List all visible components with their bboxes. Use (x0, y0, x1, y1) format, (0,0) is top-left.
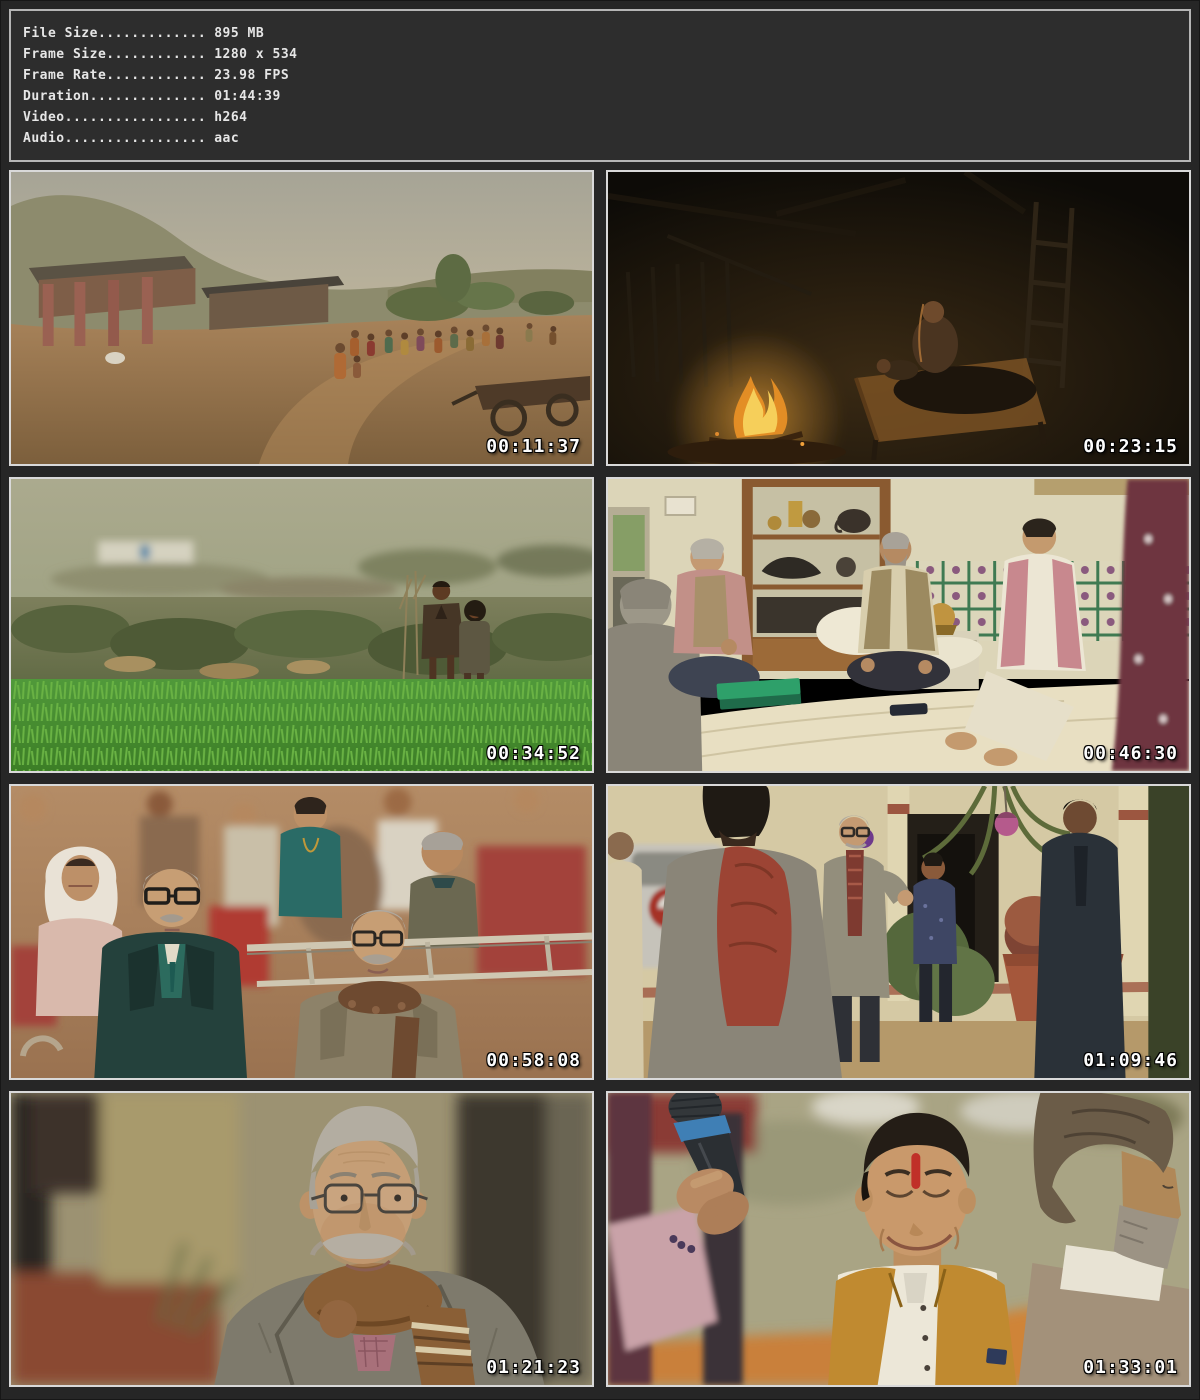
dots-filler: ............ (106, 68, 206, 83)
timestamp-overlay: 00:58:08 (486, 1050, 581, 1071)
dots-filler: .............. (90, 89, 207, 104)
man-far-left (608, 832, 644, 1078)
timestamp-overlay: 01:33:01 (1083, 1357, 1178, 1378)
screenshot-thumbnail: 00:23:15 (606, 170, 1191, 466)
timestamp-overlay: 00:23:15 (1083, 436, 1178, 457)
file-size-value: 895 MB (206, 26, 264, 41)
frame-rate-row: Frame Rate............23.98 FPS (23, 65, 1177, 86)
timestamp-overlay: 01:09:46 (1083, 1050, 1178, 1071)
scene-village-street-illustration (11, 172, 592, 464)
video-codec-label: Video (23, 110, 65, 125)
screenshot-grid: 00:11:37 (9, 170, 1191, 1387)
audio-codec-row: Audio.................aac (23, 128, 1177, 149)
screenshot-thumbnail: 00:11:37 (9, 170, 594, 466)
screenshot-thumbnail: 00:58:08 (9, 784, 594, 1080)
media-info-page: File Size.............895 MB Frame Size.… (0, 0, 1200, 1400)
scene-outdoor-audience-illustration (11, 786, 592, 1078)
scene-living-room-meeting-illustration (608, 479, 1189, 771)
screenshot-thumbnail: 01:09:46 (606, 784, 1191, 1080)
screenshot-thumbnail: 00:34:52 (9, 477, 594, 773)
file-size-row: File Size.............895 MB (23, 23, 1177, 44)
dots-filler: ............. (98, 26, 206, 41)
scene-night-campfire-illustration (608, 172, 1189, 464)
dots-filler: ................. (65, 131, 207, 146)
video-codec-row: Video.................h264 (23, 107, 1177, 128)
duration-value: 01:44:39 (206, 89, 281, 104)
audio-codec-value: aac (206, 131, 239, 146)
file-size-label: File Size (23, 26, 98, 41)
video-codec-value: h264 (206, 110, 247, 125)
frame-size-value: 1280 x 534 (206, 47, 297, 62)
duration-label: Duration (23, 89, 90, 104)
frame-rate-label: Frame Rate (23, 68, 106, 83)
file-info-panel: File Size.............895 MB Frame Size.… (9, 9, 1191, 162)
screenshot-thumbnail: 01:21:23 (9, 1091, 594, 1387)
scene-smiling-man-microphone-illustration (608, 1093, 1189, 1385)
frame-size-row: Frame Size............1280 x 534 (23, 44, 1177, 65)
timestamp-overlay: 00:46:30 (1083, 743, 1178, 764)
timestamp-overlay: 01:21:23 (486, 1357, 581, 1378)
timestamp-overlay: 00:11:37 (486, 436, 581, 457)
scene-courtyard-confrontation-illustration (608, 786, 1189, 1078)
scene-field-children-illustration (11, 479, 592, 771)
mobile-phone (890, 703, 928, 716)
screenshot-thumbnail: 01:33:01 (606, 1091, 1191, 1387)
duration-row: Duration..............01:44:39 (23, 86, 1177, 107)
screenshot-thumbnail: 00:46:30 (606, 477, 1191, 773)
frame-rate-value: 23.98 FPS (206, 68, 289, 83)
audio-codec-label: Audio (23, 131, 65, 146)
timestamp-overlay: 00:34:52 (486, 743, 581, 764)
dots-filler: ................. (65, 110, 207, 125)
dots-filler: ............ (106, 47, 206, 62)
frame-size-label: Frame Size (23, 47, 106, 62)
scene-closeup-elderly-man-illustration (11, 1093, 592, 1385)
